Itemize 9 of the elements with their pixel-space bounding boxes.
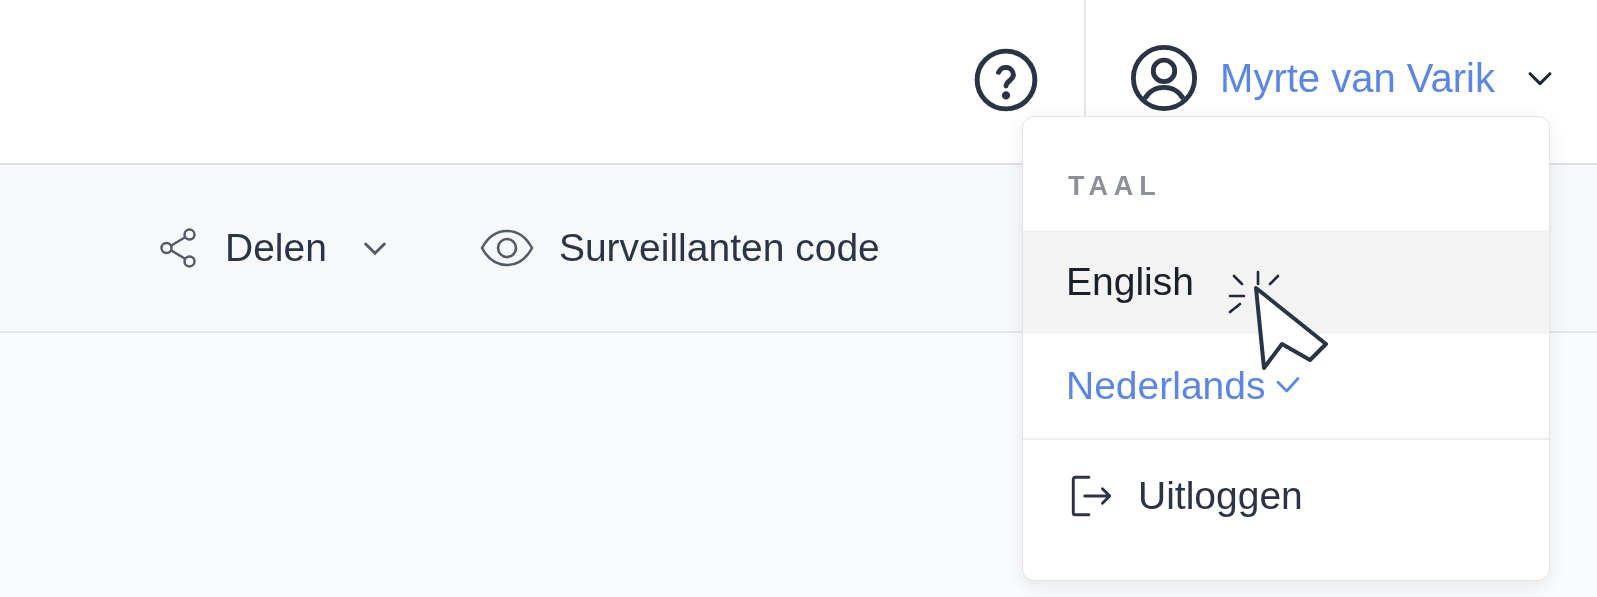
user-avatar-icon (1130, 43, 1199, 112)
section-heading: TAAL (1067, 173, 1163, 200)
toolbar-button[interactable]: Surveillanten code (478, 218, 880, 278)
toolbar-button[interactable]: Delen (155, 218, 391, 278)
user-menu-button[interactable]: Myrte van Varik (1130, 43, 1557, 112)
language-option[interactable]: English (1023, 230, 1549, 334)
help-icon[interactable] (973, 46, 1040, 113)
logout-button[interactable]: Uitloggen (1023, 440, 1346, 552)
eye-icon (478, 228, 535, 268)
